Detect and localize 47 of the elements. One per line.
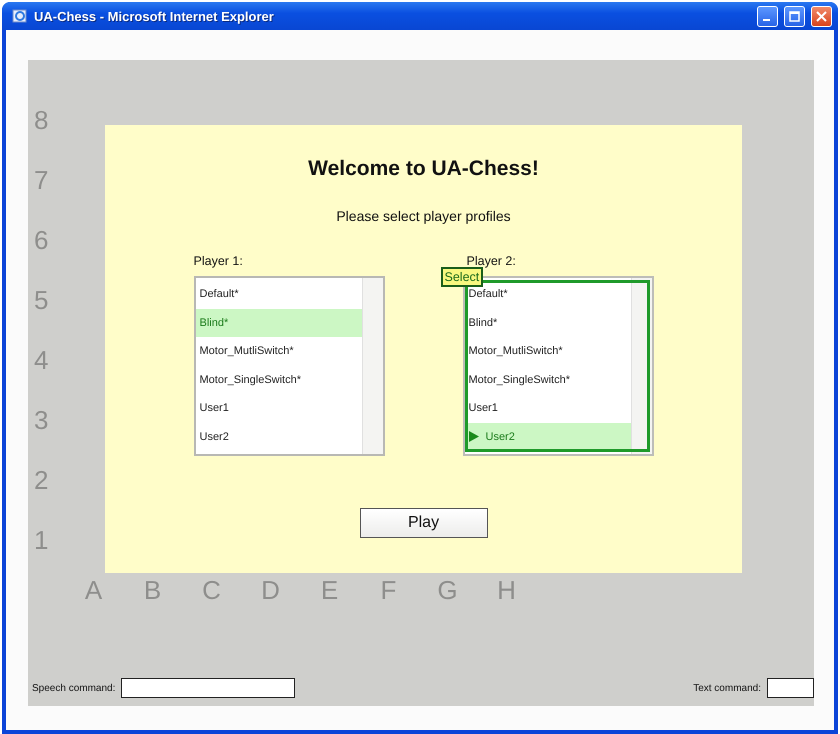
profile-item[interactable]: User1 — [196, 394, 362, 422]
profile-item[interactable]: Motor_MutliSwitch* — [464, 337, 630, 366]
profile-list[interactable]: Default* Blind* Motor_MutliSwitch* Motor_SingleSwitch* User1 User2 — [194, 276, 384, 456]
file-label: B — [142, 574, 162, 606]
text-command-label: Text command: — [693, 682, 761, 694]
file-label: D — [260, 574, 281, 606]
speech-command-label: Speech command: — [32, 682, 116, 694]
rank-label: 7 — [34, 164, 50, 196]
close-button[interactable] — [811, 6, 832, 26]
file-label: F — [380, 574, 398, 606]
maximize-button[interactable] — [784, 6, 805, 26]
profile-item[interactable]: Motor_SingleSwitch* — [196, 366, 362, 394]
rank-label: 1 — [34, 524, 50, 556]
file-label: H — [496, 574, 517, 606]
profile-item[interactable]: Motor_MutliSwitch* — [196, 337, 362, 366]
rank-label: 3 — [34, 404, 50, 436]
dialog-subtitle: Please select player profiles — [336, 208, 511, 224]
profile-item[interactable]: Motor_SingleSwitch* — [464, 366, 630, 394]
play-button[interactable]: Play — [360, 508, 488, 538]
player-label: Player 1: — [194, 254, 243, 268]
profile-item[interactable]: Default* — [196, 280, 362, 308]
rank-label: 8 — [34, 104, 50, 136]
profile-item[interactable]: Blind* — [464, 308, 630, 337]
minimize-button[interactable] — [757, 6, 778, 26]
rank-label: 2 — [34, 464, 50, 496]
file-label: G — [436, 574, 459, 606]
player-label: Player 2: — [466, 254, 516, 268]
rank-label: 4 — [34, 344, 50, 376]
profile-item[interactable]: User1 — [464, 394, 630, 422]
browser-icon — [12, 8, 28, 24]
rank-label: 6 — [34, 224, 50, 256]
profile-item[interactable]: Blind* — [196, 308, 362, 337]
file-label: A — [84, 574, 104, 606]
file-label: C — [201, 574, 222, 606]
pointer-icon — [468, 431, 478, 442]
rank-label: 5 — [34, 284, 50, 316]
file-label: E — [320, 574, 340, 606]
dialog-title: Welcome to UA-Chess! — [308, 157, 539, 181]
minimize-icon — [763, 18, 770, 20]
scrollbar[interactable] — [362, 278, 382, 454]
text-command-field[interactable] — [767, 678, 814, 698]
close-icon — [816, 10, 827, 22]
window-title: UA-Chess - Microsoft Internet Explorer — [34, 8, 275, 24]
speech-command-field[interactable] — [121, 678, 296, 698]
select-tooltip: Select — [440, 267, 484, 287]
profile-item[interactable]: User2 — [196, 422, 362, 451]
maximize-icon — [789, 10, 800, 22]
